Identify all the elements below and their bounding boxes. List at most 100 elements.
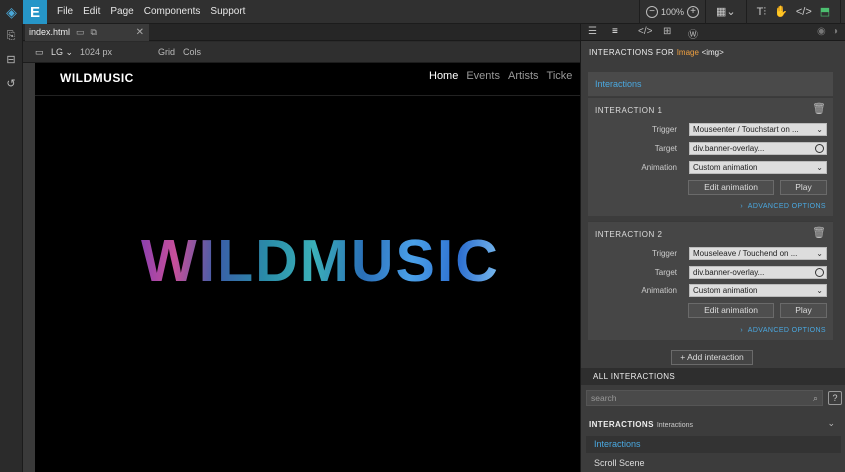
css-tab-icon[interactable]: ⊞ (663, 26, 671, 37)
interactions-section-title[interactable]: Interactions (588, 72, 833, 96)
interactions-panel: ☰ ≡ </> ⊞ Ⓦ ◉ ◑ INTERACTIONS FOR Image <… (580, 24, 845, 472)
animation-label: Animation (641, 286, 677, 295)
advanced-options-link[interactable]: › ADVANCED OPTIONS (740, 203, 826, 210)
interaction-1: INTERACTION 1 🗑 Trigger Mouseenter / Tou… (588, 97, 833, 216)
menu-components[interactable]: Components (144, 0, 201, 24)
chevron-down-icon[interactable]: ⌄ (827, 418, 835, 429)
list-header-label: INTERACTIONS (589, 420, 654, 429)
list-item[interactable]: Interactions (586, 436, 841, 453)
target-value: div.banner-overlay... (693, 268, 765, 277)
trash-icon[interactable]: 🗑 (812, 102, 826, 115)
help-icon[interactable]: ? (828, 391, 842, 405)
zoom-in-icon[interactable]: + (687, 6, 700, 18)
page-preview[interactable]: WILDMUSIC Home Events Artists Ticke WILD… (35, 63, 580, 472)
viewport-size-select[interactable]: LG ⌄ (51, 47, 73, 58)
main-menu: File Edit Page Components Support (57, 0, 255, 24)
laptop-icon[interactable]: ▭ (35, 47, 44, 58)
interactions-list-header: INTERACTIONS Interactions (589, 420, 693, 429)
properties-icon[interactable]: ☰ (588, 26, 597, 37)
close-icon[interactable]: ✕ (136, 24, 144, 41)
advanced-options-label: ADVANCED OPTIONS (747, 203, 826, 210)
divider (705, 0, 707, 24)
pages-icon[interactable]: ⎘ (0, 24, 22, 48)
layout-icon[interactable]: ▦⌄ (716, 0, 736, 24)
all-interactions-header[interactable]: ALL INTERACTIONS (581, 368, 845, 385)
advanced-options-link[interactable]: › ADVANCED OPTIONS (740, 327, 826, 334)
target-value: div.banner-overlay... (693, 144, 765, 153)
viewport-bar: ▭ LG ⌄ 1024 px Grid Cols (23, 42, 580, 63)
play-button[interactable]: Play (780, 303, 827, 318)
chevron-down-icon: ⌄ (816, 163, 823, 172)
zoom-level[interactable]: 100% (661, 7, 684, 17)
menu-file[interactable]: File (57, 0, 73, 24)
wordpress-icon[interactable]: Ⓦ (688, 26, 698, 41)
edit-animation-button[interactable]: Edit animation (688, 180, 774, 195)
hero-image-text[interactable]: WILDMUSIC (141, 227, 500, 295)
target-picker-icon[interactable] (815, 144, 824, 153)
text-edit-icon[interactable]: T⫶ (757, 0, 766, 24)
animation-value: Custom animation (693, 286, 758, 295)
search-input[interactable]: search ⌕ (586, 390, 823, 406)
editor-logo[interactable]: E (23, 0, 47, 24)
edit-animation-button[interactable]: Edit animation (688, 303, 774, 318)
target-label: Target (654, 144, 677, 153)
trigger-label: Trigger (651, 249, 677, 258)
export-icon[interactable]: ⬒ (820, 0, 830, 24)
undo-icon[interactable]: ↺ (0, 72, 22, 96)
trigger-select[interactable]: Mouseleave / Touchend on ... ⌄ (689, 247, 827, 260)
popout-icon[interactable]: ⧉ (91, 24, 97, 41)
visibility-icon[interactable]: ◉ (817, 26, 826, 37)
play-button[interactable]: Play (780, 180, 827, 195)
panel-tabs: ☰ ≡ </> ⊞ Ⓦ ◉ ◑ (581, 24, 845, 41)
site-brand[interactable]: WILDMUSIC (60, 71, 134, 85)
divider (840, 0, 842, 24)
window-icon[interactable]: ▭ (76, 24, 85, 41)
search-placeholder: search (591, 393, 617, 403)
site-navbar: WILDMUSIC Home Events Artists Ticke (35, 63, 580, 96)
interaction-2: INTERACTION 2 🗑 Trigger Mouseleave / Tou… (588, 221, 833, 340)
trigger-select[interactable]: Mouseenter / Touchstart on ... ⌄ (689, 123, 827, 136)
nav-events[interactable]: Events (466, 70, 500, 82)
interaction-header: INTERACTION 2 (595, 230, 663, 239)
target-label: Target (654, 268, 677, 277)
menu-edit[interactable]: Edit (83, 0, 100, 24)
zoom-out-icon[interactable]: − (646, 6, 658, 18)
cols-toggle[interactable]: Cols (183, 47, 201, 57)
library-icon[interactable]: ⊟ (0, 48, 22, 72)
list-item[interactable]: Scroll Scene (586, 455, 841, 472)
trigger-label: Trigger (651, 125, 677, 134)
nav-home[interactable]: Home (429, 70, 458, 82)
menu-page[interactable]: Page (110, 0, 133, 24)
document-tabs: index.html ▭ ⧉ ✕ (23, 24, 580, 41)
app-logo-icon[interactable]: ◈ (0, 0, 23, 24)
interactions-tab-icon[interactable]: ≡ (612, 26, 618, 37)
add-interaction-button[interactable]: + Add interaction (671, 350, 753, 365)
trigger-value: Mouseenter / Touchstart on ... (693, 125, 799, 134)
divider (639, 0, 640, 24)
target-field[interactable]: div.banner-overlay... (689, 142, 827, 155)
trash-icon[interactable]: 🗑 (812, 226, 826, 239)
top-toolbar: ◈ E File Edit Page Components Support − … (0, 0, 845, 24)
animation-label: Animation (641, 163, 677, 172)
animation-select[interactable]: Custom animation ⌄ (689, 284, 827, 297)
menu-support[interactable]: Support (210, 0, 245, 24)
list-header-sub: Interactions (656, 422, 693, 429)
search-icon[interactable]: ⌕ (813, 391, 818, 405)
target-field[interactable]: div.banner-overlay... (689, 266, 827, 279)
nav-artists[interactable]: Artists (508, 70, 539, 82)
animation-value: Custom animation (693, 163, 758, 172)
trigger-value: Mouseleave / Touchend on ... (693, 249, 798, 258)
animation-select[interactable]: Custom animation ⌄ (689, 161, 827, 174)
left-rail: ⎘ ⊟ ↺ (0, 24, 23, 472)
toolbar-right: − 100% + ▦⌄ T⫶ ✋ </> ⬒ C (633, 0, 845, 24)
nav-tickets[interactable]: Ticke (547, 70, 573, 82)
code-icon[interactable]: </> (796, 0, 812, 24)
tab-index-html[interactable]: index.html ▭ ⧉ ✕ (25, 24, 149, 41)
target-picker-icon[interactable] (815, 268, 824, 277)
hand-icon[interactable]: ✋ (774, 0, 788, 24)
panel-title: INTERACTIONS FOR Image <img> (589, 48, 724, 57)
lock-icon[interactable]: ◑ (832, 26, 838, 37)
code-tab-icon[interactable]: </> (638, 26, 652, 37)
grid-toggle[interactable]: Grid (158, 47, 175, 57)
viewport-width: 1024 px (80, 47, 113, 57)
